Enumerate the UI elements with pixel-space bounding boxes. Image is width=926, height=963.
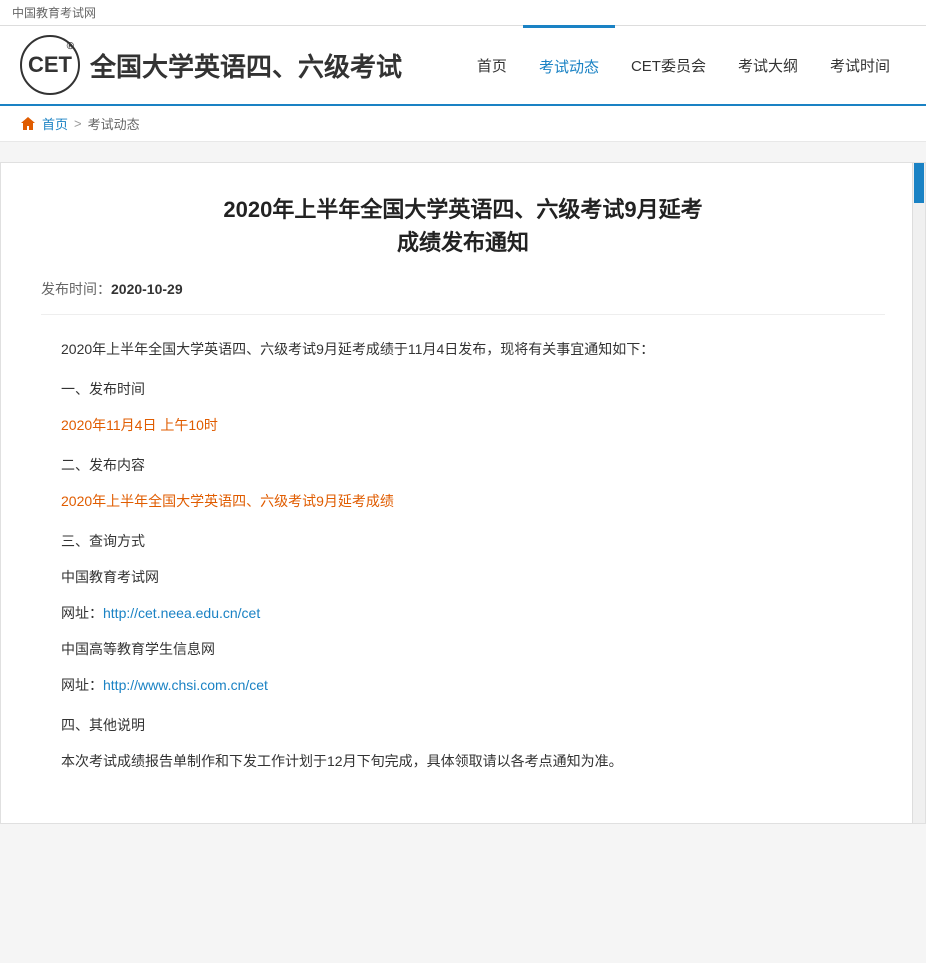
top-bar-label: 中国教育考试网 [12, 6, 96, 20]
content-area: 2020年上半年全国大学英语四、六级考试9月延考 成绩发布通知 发布时间：202… [0, 162, 926, 824]
logo-text: CET [28, 52, 72, 78]
article-title-line2: 成绩发布通知 [41, 226, 885, 259]
section1-header: 一、发布时间 [61, 375, 885, 403]
org2-url-label: 网址： [61, 677, 103, 693]
breadcrumb-current: 考试动态 [88, 114, 140, 133]
top-bar: 中国教育考试网 [0, 0, 926, 26]
registered-symbol: ® [67, 41, 74, 52]
article-body: 2020年上半年全国大学英语四、六级考试9月延考成绩于11月4日发布，现将有关事… [41, 335, 885, 775]
home-icon [20, 116, 36, 132]
section2-content: 2020年上半年全国大学英语四、六级考试9月延考成绩 [61, 487, 885, 515]
logo-area: ® CET 全国大学英语四、六级考试 [20, 35, 402, 95]
publish-date: 发布时间：2020-10-29 [41, 279, 885, 315]
publish-label: 发布时间： [41, 281, 111, 297]
section4-header: 四、其他说明 [61, 711, 885, 739]
article-title-line1: 2020年上半年全国大学英语四、六级考试9月延考 [41, 193, 885, 226]
scrollbar-thumb[interactable] [914, 163, 924, 203]
org2-name: 中国高等教育学生信息网 [61, 635, 885, 663]
nav-item-committee[interactable]: CET委员会 [615, 25, 722, 105]
section1-content: 2020年11月4日 上午10时 [61, 411, 885, 439]
article-intro: 2020年上半年全国大学英语四、六级考试9月延考成绩于11月4日发布，现将有关事… [61, 335, 885, 363]
nav-item-home[interactable]: 首页 [461, 25, 523, 105]
nav-item-time[interactable]: 考试时间 [814, 25, 906, 105]
breadcrumb-separator: > [74, 116, 82, 131]
breadcrumb-home[interactable]: 首页 [42, 114, 68, 133]
org1-url-label: 网址： [61, 605, 103, 621]
org2-url-link[interactable]: http://www.chsi.com.cn/cet [103, 677, 268, 693]
org2-url-line: 网址：http://www.chsi.com.cn/cet [61, 671, 885, 699]
nav-item-syllabus[interactable]: 考试大纲 [722, 25, 814, 105]
org1-url-line: 网址：http://cet.neea.edu.cn/cet [61, 599, 885, 627]
publish-date-value: 2020-10-29 [111, 281, 183, 297]
header: ® CET 全国大学英语四、六级考试 首页 考试动态 CET委员会 考试大纲 考… [0, 26, 926, 106]
org1-name: 中国教育考试网 [61, 563, 885, 591]
section2-header: 二、发布内容 [61, 451, 885, 479]
article-title: 2020年上半年全国大学英语四、六级考试9月延考 成绩发布通知 [41, 193, 885, 259]
main-nav: 首页 考试动态 CET委员会 考试大纲 考试时间 [461, 25, 906, 105]
main-wrapper: 2020年上半年全国大学英语四、六级考试9月延考 成绩发布通知 发布时间：202… [0, 162, 926, 824]
breadcrumb: 首页 > 考试动态 [0, 106, 926, 142]
org1-url-link[interactable]: http://cet.neea.edu.cn/cet [103, 605, 260, 621]
site-title: 全国大学英语四、六级考试 [90, 47, 402, 84]
section3-header: 三、查询方式 [61, 527, 885, 555]
section4-content: 本次考试成绩报告单制作和下发工作计划于12月下旬完成，具体领取请以各考点通知为准… [61, 747, 885, 775]
cet-logo: ® CET [20, 35, 80, 95]
nav-item-news[interactable]: 考试动态 [523, 25, 615, 105]
